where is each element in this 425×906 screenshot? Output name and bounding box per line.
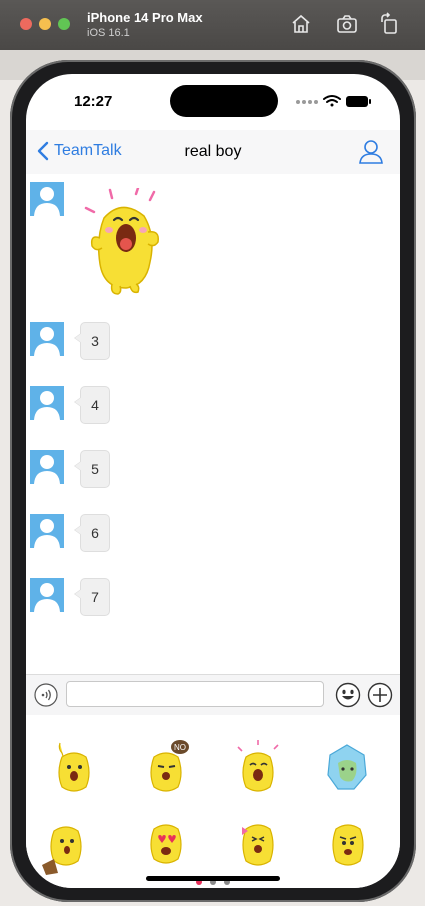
signal-icon bbox=[296, 100, 318, 104]
heart-eyes-sticker[interactable] bbox=[144, 821, 190, 877]
yellow-monster-laughing-sticker[interactable] bbox=[82, 188, 166, 296]
crystal-sticker[interactable] bbox=[324, 739, 370, 795]
navigation-bar: TeamTalk real boy bbox=[26, 130, 400, 175]
avatar[interactable] bbox=[30, 578, 64, 612]
default-avatar-icon bbox=[30, 514, 64, 548]
message-input-bar bbox=[26, 674, 400, 716]
home-icon[interactable] bbox=[289, 12, 313, 36]
worried-sticker[interactable] bbox=[324, 821, 370, 877]
default-avatar-icon bbox=[30, 386, 64, 420]
close-window-button[interactable] bbox=[20, 18, 32, 30]
home-indicator[interactable] bbox=[146, 876, 280, 881]
sitting-sticker[interactable] bbox=[40, 821, 86, 877]
bow-sticker[interactable] bbox=[234, 821, 280, 877]
conversation-title: real boy bbox=[184, 143, 242, 160]
default-avatar-icon bbox=[30, 322, 64, 356]
wifi-icon bbox=[323, 95, 341, 107]
rotate-icon[interactable] bbox=[378, 12, 402, 36]
message-bubble[interactable]: 4 bbox=[74, 386, 110, 424]
simulator-os-version: iOS 16.1 bbox=[87, 27, 130, 39]
emoji-icon[interactable] bbox=[335, 682, 361, 708]
avatar[interactable] bbox=[30, 450, 64, 484]
avatar[interactable] bbox=[30, 322, 64, 356]
plus-icon[interactable] bbox=[367, 682, 393, 708]
user-profile-icon[interactable] bbox=[358, 138, 384, 164]
phone-screen: 12:27 TeamTalk real boy 3 4 5 6 7 NO bbox=[26, 74, 400, 888]
default-avatar-icon bbox=[30, 182, 64, 216]
avatar[interactable] bbox=[30, 182, 64, 216]
svg-text:NO: NO bbox=[174, 743, 186, 752]
waving-sticker[interactable] bbox=[50, 739, 96, 795]
message-list[interactable]: 3 4 5 6 7 bbox=[26, 174, 400, 674]
excited-sticker[interactable] bbox=[234, 739, 280, 795]
default-avatar-icon bbox=[30, 450, 64, 484]
zoom-window-button[interactable] bbox=[58, 18, 70, 30]
dynamic-island bbox=[170, 85, 278, 117]
message-bubble[interactable]: 7 bbox=[74, 578, 110, 616]
message-bubble[interactable]: 6 bbox=[74, 514, 110, 552]
status-time: 12:27 bbox=[74, 93, 113, 110]
minimize-window-button[interactable] bbox=[39, 18, 51, 30]
simulator-titlebar: iPhone 14 Pro Max iOS 16.1 bbox=[0, 0, 425, 51]
avatar[interactable] bbox=[30, 514, 64, 548]
message-bubble[interactable]: 3 bbox=[74, 322, 110, 360]
sticker-panel: NO bbox=[26, 715, 400, 888]
status-icons bbox=[294, 94, 374, 113]
voice-icon[interactable] bbox=[34, 683, 58, 707]
simulator-device-name: iPhone 14 Pro Max bbox=[87, 10, 203, 25]
no-bubble-sticker[interactable]: NO bbox=[144, 739, 190, 795]
message-input[interactable] bbox=[66, 681, 324, 707]
message-bubble[interactable]: 5 bbox=[74, 450, 110, 488]
battery-icon bbox=[346, 96, 371, 107]
default-avatar-icon bbox=[30, 578, 64, 612]
screenshot-icon[interactable] bbox=[335, 12, 359, 36]
phone-frame: 12:27 TeamTalk real boy 3 4 5 6 7 NO bbox=[10, 60, 416, 902]
avatar[interactable] bbox=[30, 386, 64, 420]
